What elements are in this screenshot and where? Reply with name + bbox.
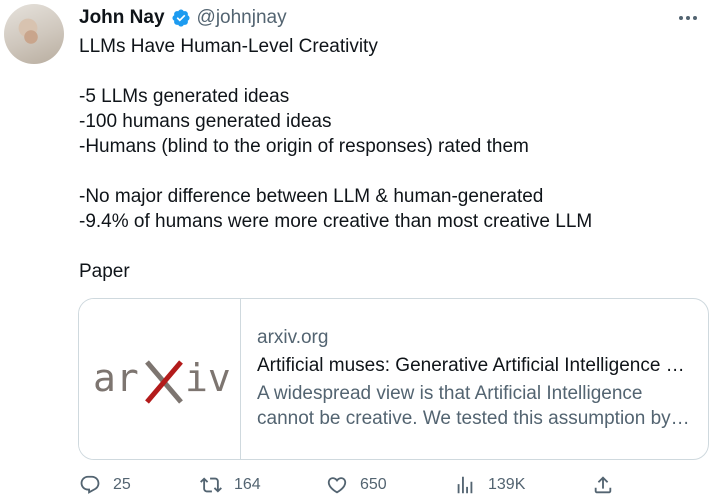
share-button[interactable] — [592, 474, 614, 496]
more-options-icon[interactable] — [676, 8, 700, 28]
arxiv-logo-icon: ar iv — [93, 356, 231, 404]
reply-button[interactable]: 25 — [79, 474, 200, 496]
tweet-line: -9.4% of humans were more creative than … — [79, 211, 593, 232]
tweet-line-spacer — [79, 234, 704, 259]
card-body: arxiv.org Artificial muses: Generative A… — [241, 299, 708, 459]
tweet-line: -No major difference between LLM & human… — [79, 186, 544, 207]
tweet-line: -Humans (blind to the origin of response… — [79, 136, 529, 157]
tweet-text: LLMs Have Human-Level Creativity -5 LLMs… — [79, 34, 704, 284]
like-count: 650 — [360, 476, 387, 493]
views-count: 139K — [488, 476, 526, 493]
views-button[interactable]: 139K — [454, 474, 592, 496]
retweet-count: 164 — [234, 476, 261, 493]
svg-text:iv: iv — [185, 356, 231, 400]
avatar[interactable] — [4, 4, 64, 64]
card-description: A widespread view is that Artificial Int… — [257, 383, 690, 429]
verified-badge-icon — [171, 9, 190, 27]
tweet-line-spacer — [79, 159, 704, 184]
action-bar: 25 164 650 139K — [79, 474, 704, 496]
card-domain: arxiv.org — [257, 327, 329, 348]
tweet-line: LLMs Have Human-Level Creativity — [79, 36, 378, 57]
tweet-line-spacer — [79, 59, 704, 84]
tweet-line: -5 LLMs generated ideas — [79, 86, 290, 107]
retweet-icon — [200, 477, 222, 493]
author-name[interactable]: John Nay — [79, 6, 165, 30]
like-icon — [327, 477, 347, 494]
card-image[interactable]: ar iv — [79, 299, 241, 459]
reply-count: 25 — [113, 476, 131, 493]
like-button[interactable]: 650 — [326, 474, 454, 496]
link-card[interactable]: ar iv arxiv.org Artificial muses: Genera… — [78, 298, 709, 460]
views-icon — [457, 476, 473, 494]
retweet-button[interactable]: 164 — [200, 474, 326, 496]
tweet-line: -100 humans generated ideas — [79, 111, 332, 132]
author-handle[interactable]: @johnjnay — [197, 6, 287, 30]
tweet-line: Paper — [79, 261, 130, 282]
tweet-header: John Nay @johnjnay — [79, 6, 287, 30]
card-title[interactable]: Artificial muses: Generative Artificial … — [257, 353, 692, 378]
reply-icon — [80, 475, 100, 494]
svg-text:ar: ar — [93, 356, 139, 400]
share-icon — [594, 476, 612, 494]
